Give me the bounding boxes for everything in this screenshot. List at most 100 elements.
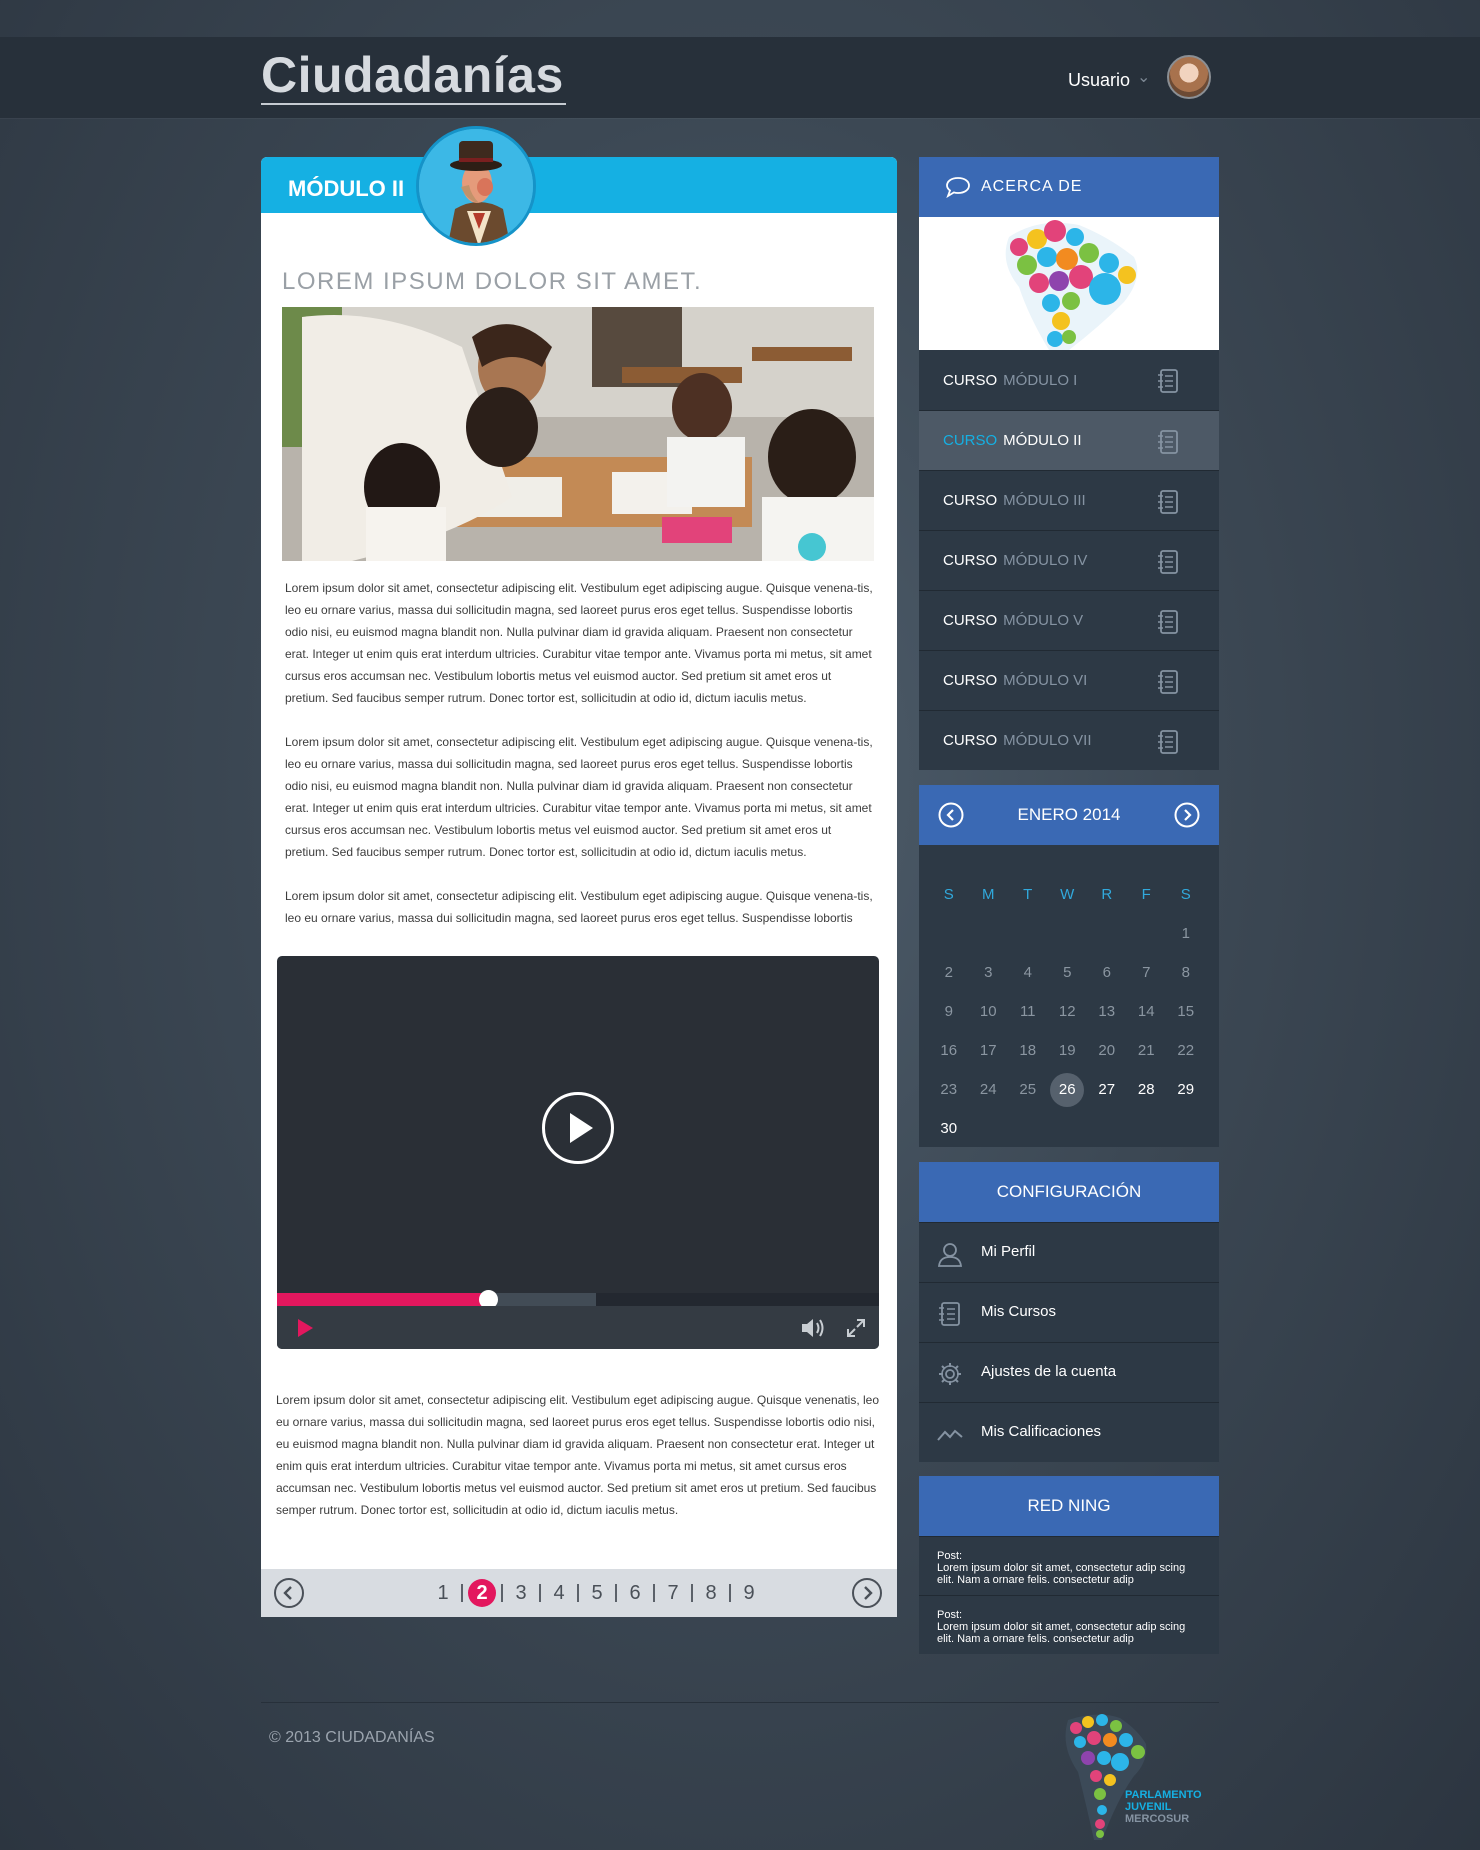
calendar-day[interactable]: 27	[1087, 1081, 1127, 1098]
about-header[interactable]: ACERCA DE	[919, 157, 1219, 217]
course-item[interactable]: CURSO MÓDULO IV	[919, 530, 1219, 590]
previous-page-button[interactable]	[273, 1577, 305, 1614]
pagination: 123456789	[261, 1569, 897, 1617]
notebook-icon[interactable]	[1156, 368, 1180, 398]
calendar-day[interactable]: 17	[969, 1042, 1009, 1059]
menu-item-grades[interactable]: Mis Calificaciones	[919, 1402, 1219, 1462]
calendar-day[interactable]: 2	[929, 964, 969, 981]
about-panel: ACERCA DE CURSO MÓDULO I CURSO MÓDULO II CUR…	[919, 157, 1219, 770]
site-logo[interactable]: Ciudadanías	[261, 47, 566, 105]
notebook-icon[interactable]	[1156, 549, 1180, 579]
calendar-day[interactable]: 11	[1008, 1003, 1048, 1020]
avatar[interactable]	[1167, 55, 1211, 99]
chart-line-icon	[937, 1421, 963, 1451]
calendar-day[interactable]: 5	[1048, 964, 1088, 981]
course-item[interactable]: CURSO MÓDULO VII	[919, 710, 1219, 770]
video-play-button[interactable]	[542, 1092, 614, 1164]
calendar-week-row: 1	[929, 914, 1206, 953]
logo-line: PARLAMENTO	[1125, 1789, 1202, 1801]
ning-header: RED NING	[919, 1476, 1219, 1536]
notebook-icon[interactable]	[1156, 429, 1180, 459]
chevron-left-icon	[938, 802, 964, 828]
menu-item-profile[interactable]: Mi Perfil	[919, 1222, 1219, 1282]
calendar-day[interactable]: 20	[1087, 1042, 1127, 1059]
calendar-day[interactable]: 15	[1166, 1003, 1206, 1020]
video-progress-bar[interactable]	[277, 1290, 879, 1309]
calendar-day[interactable]: 25	[1008, 1081, 1048, 1098]
chevron-down-icon[interactable]: ⌄	[1137, 67, 1150, 87]
calendar-week-row: 2345678	[929, 953, 1206, 992]
volume-icon[interactable]	[800, 1317, 828, 1344]
calendar-day[interactable]: 16	[929, 1042, 969, 1059]
settings-header: CONFIGURACIÓN	[919, 1162, 1219, 1222]
calendar-header: ENERO 2014	[919, 785, 1219, 845]
post-label: Post:	[937, 1609, 963, 1621]
calendar-day[interactable]: 9	[929, 1003, 969, 1020]
menu-item-account-settings[interactable]: Ajustes de la cuenta	[919, 1342, 1219, 1402]
ning-network-panel: RED NING Post: Lorem ipsum dolor sit ame…	[919, 1476, 1219, 1654]
menu-item-courses[interactable]: Mis Cursos	[919, 1282, 1219, 1342]
ning-post[interactable]: Post: Lorem ipsum dolor sit amet, consec…	[919, 1595, 1219, 1654]
course-item[interactable]: CURSO MÓDULO II	[919, 410, 1219, 470]
video-player[interactable]	[277, 956, 879, 1349]
weekday-label: S	[943, 886, 954, 903]
notebook-icon[interactable]	[1156, 609, 1180, 639]
course-prefix: CURSO	[943, 371, 998, 389]
calendar-day[interactable]: 14	[1127, 1003, 1167, 1020]
calendar-day[interactable]: 18	[1008, 1042, 1048, 1059]
ning-post[interactable]: Post: Lorem ipsum dolor sit amet, consec…	[919, 1536, 1219, 1595]
page-number[interactable]: 4	[546, 1579, 572, 1607]
course-item[interactable]: CURSO MÓDULO I	[919, 350, 1219, 410]
page-number[interactable]: 8	[698, 1579, 724, 1607]
calendar-day[interactable]: 29	[1166, 1081, 1206, 1098]
map-illustration	[1005, 220, 1138, 350]
calendar-day[interactable]: 22	[1166, 1042, 1206, 1059]
page-number[interactable]: 6	[622, 1579, 648, 1607]
page-separator	[691, 1584, 693, 1602]
top-bar: Ciudadanías Usuario ⌄	[0, 37, 1480, 118]
mascot-avatar	[416, 126, 536, 246]
page-number[interactable]: 3	[508, 1579, 534, 1607]
calendar-day[interactable]: 19	[1048, 1042, 1088, 1059]
calendar-day[interactable]: 4	[1008, 964, 1048, 981]
notebook-icon[interactable]	[1156, 669, 1180, 699]
calendar-day[interactable]: 6	[1087, 964, 1127, 981]
course-module: MÓDULO VI	[1003, 672, 1088, 689]
page-number[interactable]: 9	[736, 1579, 762, 1607]
course-item[interactable]: CURSO MÓDULO V	[919, 590, 1219, 650]
page-separator	[653, 1584, 655, 1602]
fullscreen-icon[interactable]	[846, 1318, 866, 1343]
calendar-day[interactable]: 8	[1166, 964, 1206, 981]
calendar-day[interactable]: 23	[929, 1081, 969, 1098]
calendar-day[interactable]: 30	[929, 1120, 969, 1137]
page-number[interactable]: 1	[430, 1579, 456, 1607]
calendar-day[interactable]: 7	[1127, 964, 1167, 981]
page-number[interactable]: 5	[584, 1579, 610, 1607]
calendar-day[interactable]: 13	[1087, 1003, 1127, 1020]
current-page-number[interactable]: 2	[468, 1579, 496, 1607]
play-icon[interactable]	[295, 1318, 315, 1343]
user-menu-label[interactable]: Usuario	[1068, 70, 1130, 91]
course-item[interactable]: CURSO MÓDULO III	[919, 470, 1219, 530]
chevron-left-icon	[274, 1578, 304, 1608]
calendar-day[interactable]: 21	[1127, 1042, 1167, 1059]
notebook-icon[interactable]	[1156, 489, 1180, 519]
calendar-day[interactable]: 12	[1048, 1003, 1088, 1020]
next-month-button[interactable]	[1174, 802, 1200, 833]
previous-month-button[interactable]	[938, 802, 964, 833]
page-number[interactable]: 7	[660, 1579, 686, 1607]
course-prefix: CURSO	[943, 552, 998, 569]
calendar-day[interactable]: 10	[969, 1003, 1009, 1020]
weekday-label: F	[1141, 886, 1151, 903]
weekday-label: R	[1101, 886, 1113, 903]
course-item[interactable]: CURSO MÓDULO VI	[919, 650, 1219, 710]
main-content-card: MÓDULO II LOREM IPSUM DOLOR SIT AMET. Lo…	[261, 126, 897, 1617]
calendar-day[interactable]: 28	[1127, 1081, 1167, 1098]
next-page-button[interactable]	[851, 1577, 883, 1614]
calendar-day[interactable]: 24	[969, 1081, 1009, 1098]
video-controls	[277, 1306, 879, 1349]
notebook-icon[interactable]	[1156, 729, 1180, 759]
calendar-day[interactable]: 1	[1166, 925, 1206, 942]
calendar-day[interactable]: 26	[1048, 1072, 1088, 1107]
calendar-day[interactable]: 3	[969, 964, 1009, 981]
